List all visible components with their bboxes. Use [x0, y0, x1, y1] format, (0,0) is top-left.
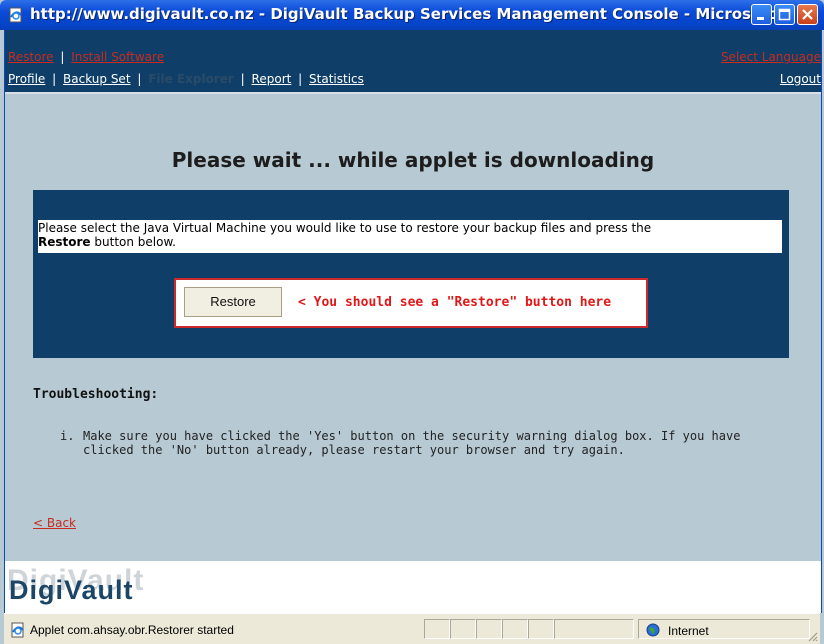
nav-separator: | [137, 72, 142, 86]
restore-button[interactable]: Restore [184, 287, 282, 317]
top-navigation: Restore | Install Software Select Langua… [5, 30, 821, 94]
nav-row-primary: Restore | Install Software [8, 50, 164, 64]
statistics-link[interactable]: Statistics [309, 72, 364, 86]
window-title: http://www.digivault.co.nz - DigiVault B… [30, 5, 793, 23]
status-pane [450, 619, 476, 639]
nav-separator: | [298, 72, 303, 86]
troubleshooting-heading: Troubleshooting: [33, 387, 159, 402]
close-icon [802, 9, 813, 20]
applet-box: Restore < You should see a "Restore" but… [174, 278, 648, 328]
page-heading: Please wait ... while applet is download… [171, 148, 655, 172]
install-software-link[interactable]: Install Software [71, 50, 164, 64]
status-pane [476, 619, 502, 639]
nav-separator: | [52, 72, 57, 86]
minimize-icon [757, 17, 764, 20]
restore-panel: Please select the Java Virtual Machine y… [33, 190, 789, 358]
backup-set-link[interactable]: Backup Set [63, 72, 131, 86]
select-language-link[interactable]: Select Language [721, 50, 821, 64]
logout-link[interactable]: Logout [780, 72, 821, 86]
status-message: Applet com.ahsay.obr.Restorer started [30, 623, 234, 637]
status-pane [424, 619, 450, 639]
maximize-button[interactable] [774, 4, 795, 25]
nav-separator: | [240, 72, 245, 86]
ie-page-icon [11, 622, 24, 638]
instruction-bold-restore: Restore [38, 235, 91, 249]
troubleshooting-item-text: Make sure you have clicked the 'Yes' but… [83, 429, 741, 457]
footer: DigiVault DigiVault [5, 561, 821, 613]
minimize-button[interactable] [751, 4, 772, 25]
restore-link[interactable]: Restore [8, 50, 54, 64]
status-pane [502, 619, 528, 639]
restore-note: < You should see a "Restore" button here [298, 295, 612, 310]
nav-separator: | [60, 50, 65, 64]
close-button[interactable] [797, 4, 818, 25]
digivault-logo: DigiVault [9, 575, 134, 605]
status-pane [528, 619, 554, 639]
file-explorer-current: File Explorer [148, 72, 234, 86]
troubleshooting-item: i. Make sure you have clicked the 'Yes' … [60, 429, 780, 457]
resize-grip-icon[interactable] [806, 630, 818, 642]
status-pane [554, 619, 634, 639]
profile-link[interactable]: Profile [8, 72, 45, 86]
browser-content: Restore | Install Software Select Langua… [4, 30, 822, 613]
security-zone: Internet [668, 624, 709, 638]
zone-pane [638, 619, 810, 639]
back-link[interactable]: < Back [33, 516, 76, 530]
nav-row-secondary: Profile | Backup Set | File Explorer | R… [8, 72, 364, 86]
status-bar: Applet com.ahsay.obr.Restorer started In… [4, 613, 820, 644]
instruction-text-end: button below. [94, 235, 176, 249]
instruction-text-start: Please select the Java Virtual Machine y… [38, 221, 652, 235]
title-bar[interactable]: http://www.digivault.co.nz - DigiVault B… [0, 0, 824, 30]
troubleshooting-item-number: i. [60, 429, 75, 443]
report-link[interactable]: Report [252, 72, 292, 86]
ie-page-icon [9, 7, 22, 23]
maximize-icon [778, 8, 791, 21]
instruction-text: Please select the Java Virtual Machine y… [38, 220, 782, 253]
globe-icon [646, 623, 660, 637]
